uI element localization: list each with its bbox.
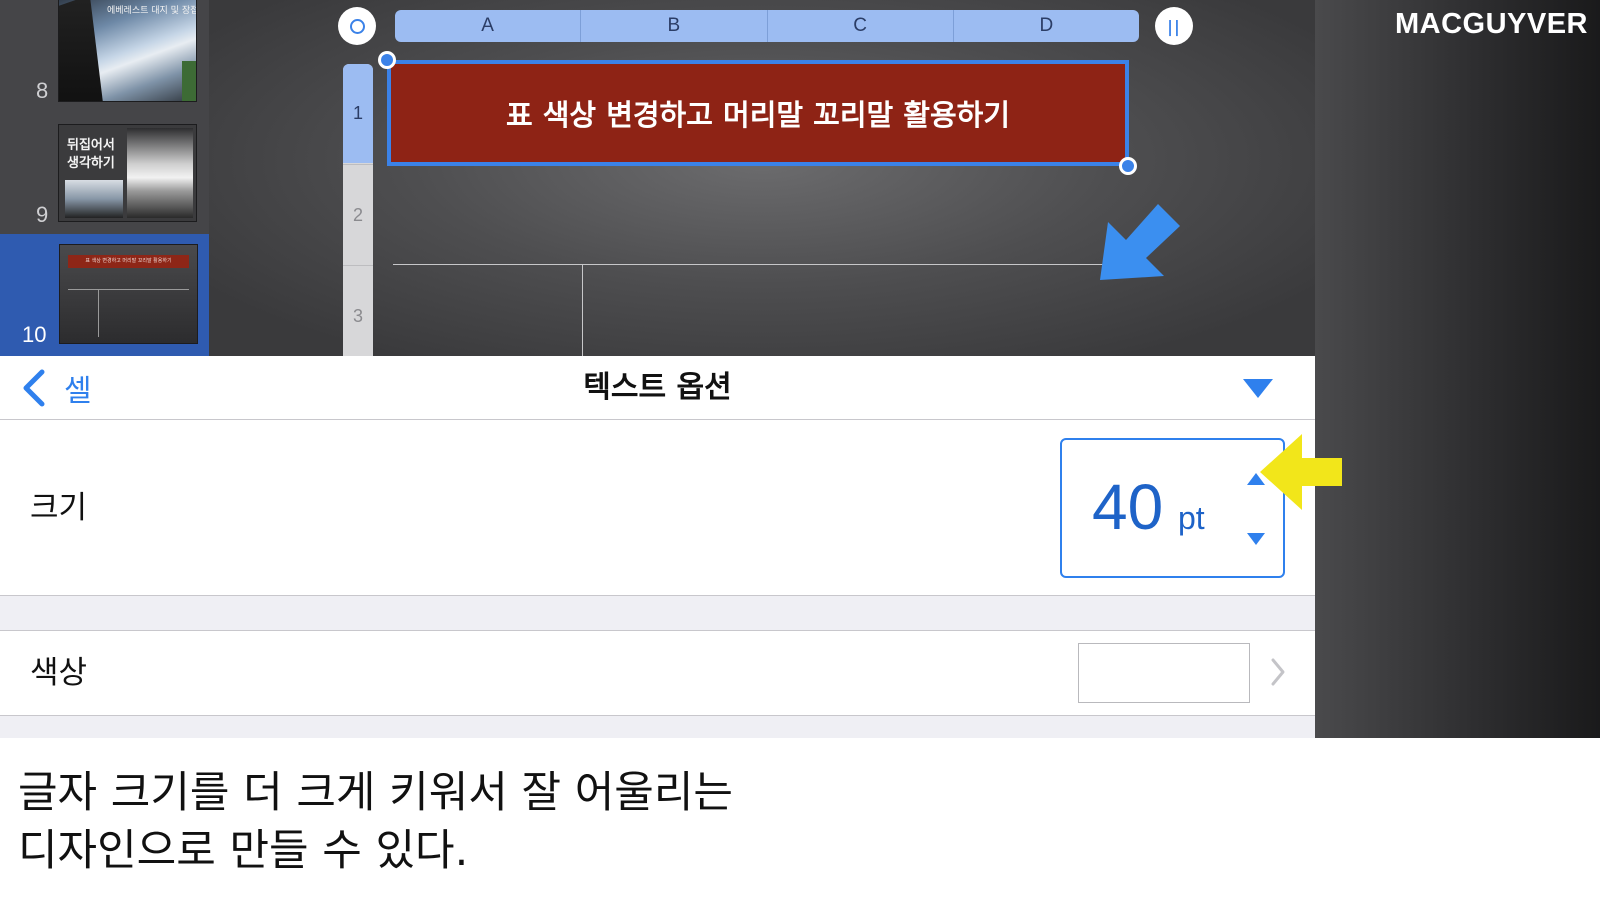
triangle-down-icon <box>1247 533 1265 545</box>
font-size-label: 크기 <box>30 490 88 526</box>
text-color-row[interactable]: 색상 <box>0 630 1315 716</box>
slide-thumb-title: 뒤집어서 생각하기 <box>67 138 115 171</box>
column-header-d[interactable]: D <box>954 10 1139 42</box>
slide-thumb-image: 표 색상 변경하고 머리말 꼬리말 활용하기 <box>59 244 198 344</box>
column-header-b[interactable]: B <box>581 10 768 42</box>
collapse-button[interactable] <box>1238 372 1278 404</box>
font-size-row: 크기 40 pt <box>0 420 1315 596</box>
building-silhouette <box>59 0 103 101</box>
format-inspector: 텍스트 옵션 셀 크기 40 pt 색상 <box>0 356 1315 738</box>
inspector-nav-bar: 텍스트 옵션 셀 <box>0 356 1315 420</box>
side-margin: MACGUYVER <box>1315 0 1600 738</box>
table-gridline <box>582 264 583 356</box>
reflection-photo <box>127 128 193 218</box>
selection-handle-top-left[interactable] <box>378 51 396 69</box>
selected-header-cell[interactable]: 표 색상 변경하고 머리말 꼬리말 활용하기 <box>387 60 1129 166</box>
slide-thumbnail-10-selected[interactable]: 표 색상 변경하고 머리말 꼬리말 활용하기 10 <box>0 234 209 356</box>
arrow-down-left-icon <box>1100 204 1180 280</box>
text-color-label: 색상 <box>30 655 88 691</box>
caption-text: 글자 크기를 더 크게 키워서 잘 어울리는 디자인으로 만들 수 있다. <box>18 768 733 876</box>
landscape-photo <box>65 180 123 218</box>
circle-icon <box>349 18 365 34</box>
slide-thumbnail-8[interactable]: 에베레스트 대지 및 장접하기 8 <box>0 0 209 112</box>
screenshot-root: 에베레스트 대지 및 장접하기 8 뒤집어서 생각하기 9 표 색상 변경하고 … <box>0 0 1600 900</box>
font-size-unit: pt <box>1178 500 1205 536</box>
thumb-table-line <box>68 289 189 290</box>
row-header-bar[interactable]: 1 2 3 <box>343 64 373 356</box>
chevron-right-icon <box>1271 658 1285 686</box>
slide-thumbnail-9[interactable]: 뒤집어서 생각하기 9 <box>0 120 209 232</box>
row-header-1[interactable]: 1 <box>343 64 373 163</box>
slide-thumb-image: 뒤집어서 생각하기 <box>58 124 197 222</box>
slide-thumb-title: 에베레스트 대지 및 장접하기 <box>107 6 197 16</box>
brand-watermark: MACGUYVER <box>1394 8 1588 40</box>
column-header-c[interactable]: C <box>768 10 954 42</box>
triangle-down-icon <box>1243 379 1273 398</box>
row-header-3[interactable]: 3 <box>343 265 373 356</box>
cell-text: 표 색상 변경하고 머리말 꼬리말 활용하기 <box>505 98 1011 132</box>
table-gridline <box>393 264 1127 265</box>
caption-area: 글자 크기를 더 크게 키워서 잘 어울리는 디자인으로 만들 수 있다. <box>0 738 1600 900</box>
column-header-bar[interactable]: A B C D <box>395 10 1139 42</box>
slide-number: 8 <box>36 78 49 103</box>
color-swatch[interactable] <box>1078 643 1250 703</box>
thumb-title-bar: 표 색상 변경하고 머리말 꼬리말 활용하기 <box>68 255 189 268</box>
row-header-2[interactable]: 2 <box>343 164 373 264</box>
inspector-title: 텍스트 옵션 <box>583 370 732 405</box>
slide-thumb-image: 에베레스트 대지 및 장접하기 <box>58 0 197 102</box>
back-button[interactable]: 셀 <box>20 364 92 412</box>
arrow-left-icon <box>1260 434 1342 510</box>
back-label: 셀 <box>64 374 92 409</box>
chevron-left-icon <box>23 369 45 407</box>
selection-handle-bottom-right[interactable] <box>1119 157 1137 175</box>
thumb-table-line <box>98 289 99 337</box>
select-table-button[interactable] <box>338 7 376 45</box>
slide-number: 10 <box>22 322 47 347</box>
column-resize-handle[interactable]: || <box>1155 7 1193 45</box>
table[interactable]: 표 색상 변경하고 머리말 꼬리말 활용하기 <box>373 51 1151 356</box>
pause-bars-icon: || <box>1167 16 1181 36</box>
slide-number: 9 <box>36 202 49 227</box>
slide-navigator: 에베레스트 대지 및 장접하기 8 뒤집어서 생각하기 9 표 색상 변경하고 … <box>0 0 209 356</box>
numbers-editor: 에베레스트 대지 및 장접하기 8 뒤집어서 생각하기 9 표 색상 변경하고 … <box>0 0 1315 356</box>
font-size-stepper[interactable]: 40 pt <box>1060 438 1285 578</box>
slide-thumb-title: 표 색상 변경하고 머리말 꼬리말 활용하기 <box>85 258 172 264</box>
decrease-size-button[interactable] <box>1240 526 1272 552</box>
tree-silhouette <box>182 61 196 101</box>
column-header-a[interactable]: A <box>395 10 582 42</box>
font-size-value[interactable]: 40 <box>1092 470 1163 544</box>
